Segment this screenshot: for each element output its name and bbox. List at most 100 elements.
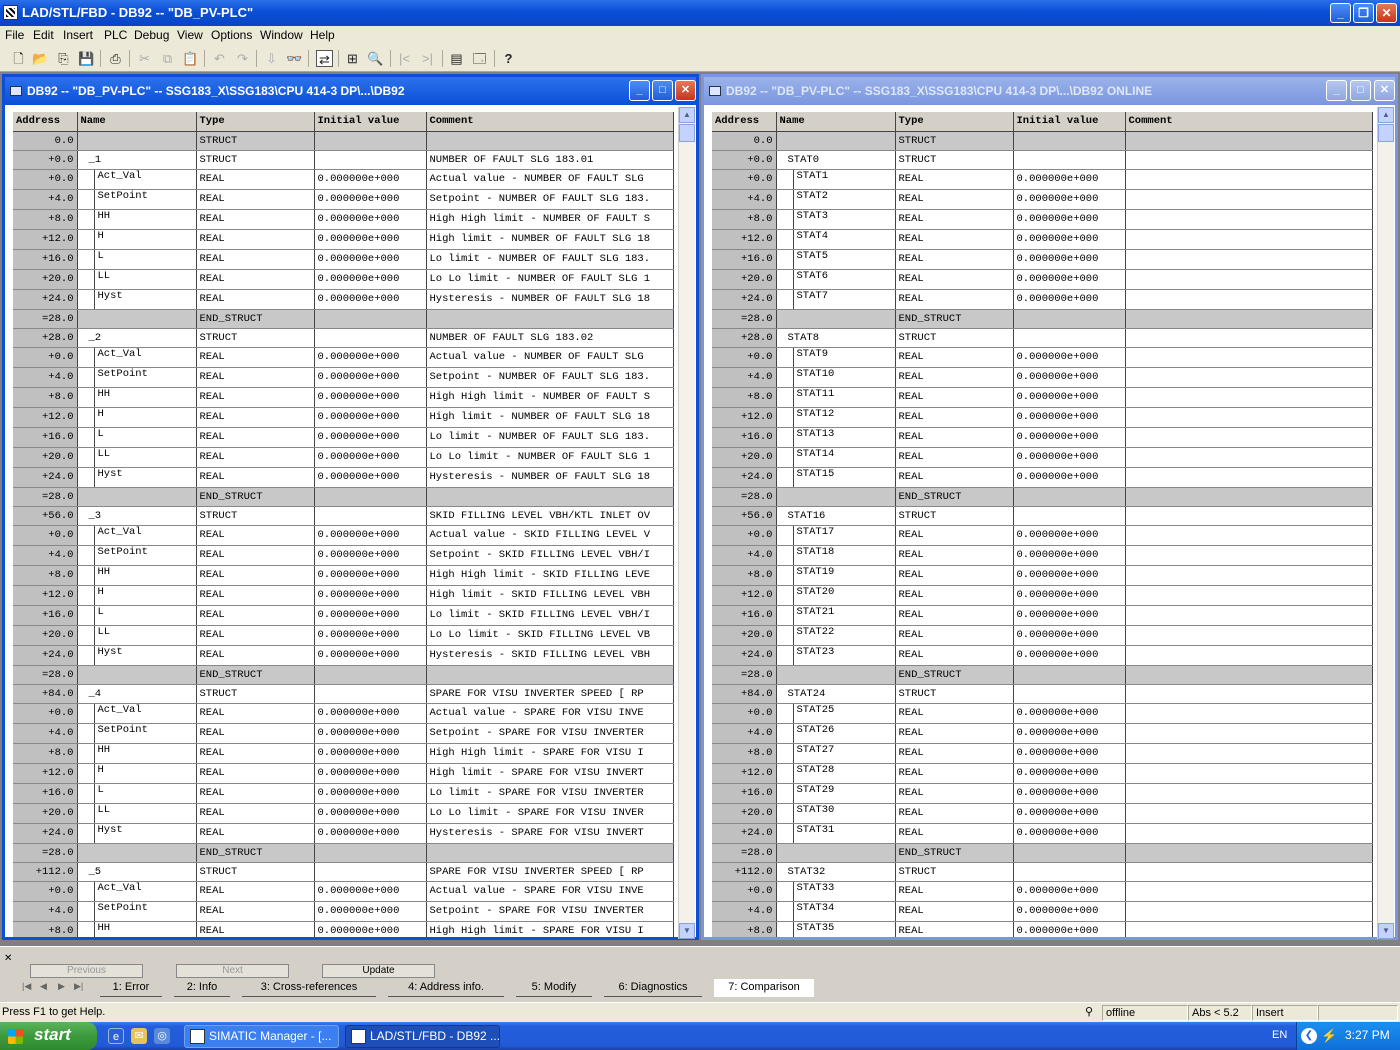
- cell-address[interactable]: +4.0: [13, 723, 78, 744]
- cell-name[interactable]: Hyst: [77, 645, 197, 666]
- cell-comment[interactable]: [426, 843, 674, 863]
- table-row[interactable]: +0.0 Act_Val REAL 0.000000e+000 Actual value…: [13, 525, 674, 546]
- cell-comment[interactable]: [1125, 823, 1373, 844]
- table-row[interactable]: +56.0 STAT16 STRUCT: [712, 506, 1373, 526]
- cell-name[interactable]: L: [77, 783, 197, 804]
- cell-comment[interactable]: Lo limit - NUMBER OF FAULT SLG 183.: [426, 427, 674, 448]
- cell-address[interactable]: +4.0: [13, 189, 78, 210]
- cell-name[interactable]: _2: [77, 328, 197, 348]
- cell-comment[interactable]: [1125, 645, 1373, 666]
- cell-type[interactable]: REAL: [895, 447, 1014, 468]
- cell-initial-value[interactable]: 0.000000e+000: [1013, 249, 1126, 270]
- cell-type[interactable]: REAL: [895, 783, 1014, 804]
- cell-address[interactable]: +12.0: [712, 585, 777, 606]
- cell-name[interactable]: STAT32: [776, 862, 896, 882]
- cell-name[interactable]: SetPoint: [77, 545, 197, 566]
- cell-type[interactable]: REAL: [196, 387, 315, 408]
- cell-initial-value[interactable]: 0.000000e+000: [314, 269, 427, 290]
- header-type[interactable]: Type: [895, 112, 1014, 132]
- cell-initial-value[interactable]: [314, 309, 427, 329]
- cell-comment[interactable]: Actual value - NUMBER OF FAULT SLG: [426, 169, 674, 190]
- cell-address[interactable]: +8.0: [712, 387, 777, 408]
- cell-initial-value[interactable]: [1013, 150, 1126, 170]
- table-row[interactable]: +28.0 _2 STRUCT NUMBER OF FAULT SLG 183.02: [13, 328, 674, 348]
- table-row[interactable]: +0.0 Act_Val REAL 0.000000e+000 Actual value…: [13, 703, 674, 724]
- cell-name[interactable]: _3: [77, 506, 197, 526]
- cell-type[interactable]: REAL: [895, 921, 1014, 937]
- table-row[interactable]: +24.0 Hyst REAL 0.000000e+000 Hysteresis - S…: [13, 823, 674, 844]
- cell-name[interactable]: STAT27: [776, 743, 896, 764]
- cell-comment[interactable]: Hysteresis - NUMBER OF FAULT SLG 18: [426, 467, 674, 488]
- start-button[interactable]: start: [0, 1022, 97, 1050]
- cell-address[interactable]: +20.0: [712, 803, 777, 824]
- cell-name[interactable]: STAT34: [776, 901, 896, 922]
- cell-initial-value[interactable]: 0.000000e+000: [314, 605, 427, 626]
- cell-type[interactable]: REAL: [895, 169, 1014, 190]
- cell-name[interactable]: LL: [77, 803, 197, 824]
- cell-address[interactable]: +20.0: [13, 803, 78, 824]
- cell-address[interactable]: +4.0: [13, 367, 78, 388]
- undo-icon[interactable]: ↶: [211, 50, 228, 67]
- cell-type[interactable]: REAL: [196, 289, 315, 310]
- cell-type[interactable]: STRUCT: [895, 328, 1014, 348]
- table-row[interactable]: +4.0 STAT34 REAL 0.000000e+000: [712, 901, 1373, 922]
- cell-address[interactable]: +4.0: [712, 901, 777, 922]
- cell-type[interactable]: END_STRUCT: [895, 309, 1014, 329]
- cell-address[interactable]: +28.0: [13, 328, 78, 348]
- table-row[interactable]: +4.0 SetPoint REAL 0.000000e+000 Setpoint - …: [13, 367, 674, 388]
- table-row[interactable]: =28.0 END_STRUCT: [712, 665, 1373, 685]
- table-row[interactable]: +24.0 STAT31 REAL 0.000000e+000: [712, 823, 1373, 844]
- cell-address[interactable]: =28.0: [712, 843, 777, 863]
- cell-comment[interactable]: High limit - SKID FILLING LEVEL VBH: [426, 585, 674, 606]
- cell-type[interactable]: END_STRUCT: [196, 487, 315, 507]
- cell-comment[interactable]: [1125, 763, 1373, 784]
- cell-comment[interactable]: [1125, 169, 1373, 190]
- table-row[interactable]: +20.0 STAT14 REAL 0.000000e+000: [712, 447, 1373, 468]
- table-row[interactable]: +20.0 LL REAL 0.000000e+000 Lo Lo limit - NU…: [13, 269, 674, 290]
- cell-name[interactable]: STAT23: [776, 645, 896, 666]
- cell-comment[interactable]: [1125, 506, 1373, 526]
- table-row[interactable]: +16.0 STAT29 REAL 0.000000e+000: [712, 783, 1373, 804]
- cell-address[interactable]: +12.0: [13, 229, 78, 250]
- tab-error[interactable]: 1: Error: [100, 979, 162, 997]
- close-button[interactable]: ✕: [1374, 80, 1395, 101]
- cell-initial-value[interactable]: [314, 487, 427, 507]
- menu-file[interactable]: File: [5, 28, 24, 42]
- cell-address[interactable]: +56.0: [13, 506, 78, 526]
- cell-type[interactable]: REAL: [196, 427, 315, 448]
- cell-comment[interactable]: Setpoint - NUMBER OF FAULT SLG 183.: [426, 189, 674, 210]
- cell-address[interactable]: +16.0: [13, 249, 78, 270]
- cell-type[interactable]: REAL: [895, 229, 1014, 250]
- details-icon[interactable]: 🗔: [471, 50, 488, 67]
- cell-initial-value[interactable]: 0.000000e+000: [314, 645, 427, 666]
- cell-type[interactable]: REAL: [895, 625, 1014, 646]
- cell-comment[interactable]: [1125, 525, 1373, 546]
- cut-icon[interactable]: ✂: [136, 50, 153, 67]
- cell-initial-value[interactable]: 0.000000e+000: [314, 703, 427, 724]
- cell-comment[interactable]: [1125, 665, 1373, 685]
- cell-initial-value[interactable]: [1013, 506, 1126, 526]
- table-row[interactable]: +28.0 STAT8 STRUCT: [712, 328, 1373, 348]
- cell-address[interactable]: +8.0: [13, 387, 78, 408]
- cell-initial-value[interactable]: [314, 506, 427, 526]
- cell-name[interactable]: STAT30: [776, 803, 896, 824]
- cell-type[interactable]: END_STRUCT: [895, 843, 1014, 863]
- cell-initial-value[interactable]: 0.000000e+000: [1013, 209, 1126, 230]
- cell-type[interactable]: REAL: [196, 545, 315, 566]
- cell-name[interactable]: STAT13: [776, 427, 896, 448]
- cell-comment[interactable]: Hysteresis - SPARE FOR VISU INVERT: [426, 823, 674, 844]
- table-row[interactable]: +4.0 STAT18 REAL 0.000000e+000: [712, 545, 1373, 566]
- cell-address[interactable]: +28.0: [712, 328, 777, 348]
- cell-name[interactable]: STAT21: [776, 605, 896, 626]
- monitor-icon[interactable]: 👓: [286, 50, 303, 67]
- online-offline-icon[interactable]: ⇄: [316, 50, 333, 67]
- cell-comment[interactable]: Setpoint - NUMBER OF FAULT SLG 183.: [426, 367, 674, 388]
- cell-address[interactable]: +20.0: [13, 269, 78, 290]
- cell-name[interactable]: [77, 843, 197, 863]
- cell-comment[interactable]: [1125, 723, 1373, 744]
- cell-comment[interactable]: Lo limit - NUMBER OF FAULT SLG 183.: [426, 249, 674, 270]
- cell-name[interactable]: STAT7: [776, 289, 896, 310]
- cell-type[interactable]: REAL: [196, 189, 315, 210]
- cell-comment[interactable]: [1125, 150, 1373, 170]
- header-address[interactable]: Address: [712, 112, 777, 132]
